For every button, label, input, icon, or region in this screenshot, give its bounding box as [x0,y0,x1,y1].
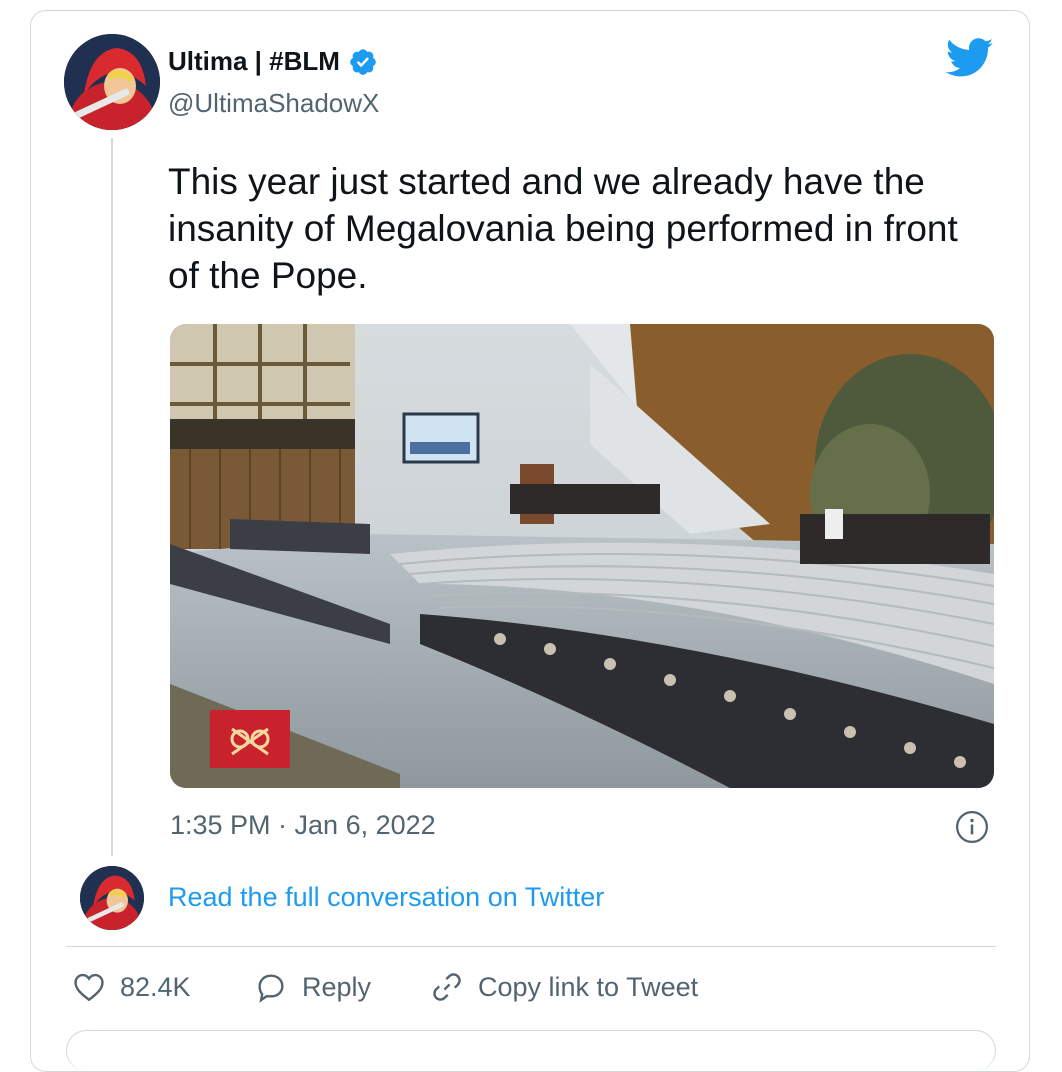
copy-link-label: Copy link to Tweet [478,971,699,1002]
tweet-text: This year just started and we already ha… [168,161,958,296]
tweet-media-video[interactable] [170,324,994,788]
conversation-avatar[interactable] [80,866,144,930]
read-conversation-link[interactable]: Read the full conversation on Twitter [168,882,604,913]
thread-line [111,138,113,856]
verified-badge-icon [350,48,376,75]
link-icon [433,973,461,1001]
copy-link-action[interactable]: Copy link to Tweet [430,970,698,1004]
twitter-bird-icon[interactable] [946,38,994,78]
reply-action[interactable]: Reply [254,970,371,1004]
tweet-timestamp[interactable]: 1:35 PM · Jan 6, 2022 [170,810,436,841]
like-count: 82.4K [120,971,191,1002]
like-action[interactable]: 82.4K [72,970,191,1004]
more-tweets-button[interactable] [66,1030,996,1071]
info-icon[interactable] [955,810,989,844]
author-avatar[interactable] [64,34,160,130]
reply-label: Reply [302,971,372,1002]
author-handle[interactable]: @UltimaShadowX [168,88,379,119]
divider [66,946,996,947]
heart-icon [74,973,104,1002]
reply-bubble-icon [258,974,284,1003]
author-name-row[interactable]: Ultima | #BLM [168,46,378,77]
author-display-name[interactable]: Ultima | #BLM [168,46,340,77]
